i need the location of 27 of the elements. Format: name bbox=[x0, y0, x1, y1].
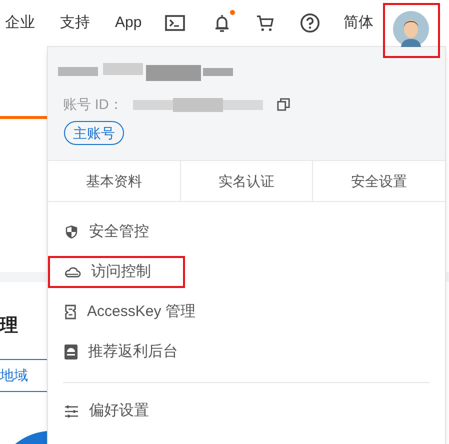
menu-item[interactable]: 访问控制 bbox=[48, 256, 185, 288]
region-tab[interactable]: 地域 bbox=[0, 365, 28, 386]
shield-icon bbox=[64, 224, 79, 240]
nav-link[interactable]: 企业 bbox=[5, 12, 35, 34]
nav-link[interactable]: App bbox=[115, 12, 142, 34]
sliders-icon bbox=[64, 404, 79, 418]
menu-item[interactable]: 偏好设置 bbox=[48, 395, 445, 427]
account-type-badge: 主账号 bbox=[64, 121, 124, 145]
help-icon[interactable] bbox=[300, 13, 320, 33]
profile-tab[interactable]: 安全设置 bbox=[312, 161, 446, 201]
menu-item[interactable]: 推荐返利后台 bbox=[48, 336, 186, 368]
cloud-icon bbox=[64, 266, 81, 278]
profile-tab[interactable]: 实名认证 bbox=[180, 161, 312, 201]
panel-icon bbox=[64, 344, 78, 360]
language-link[interactable]: 简体 bbox=[344, 12, 374, 34]
account-id-label: 账号 ID： bbox=[63, 95, 123, 114]
key-icon bbox=[64, 304, 77, 320]
bell-icon[interactable] bbox=[214, 13, 230, 33]
menu-item[interactable]: AccessKey 管理 bbox=[48, 296, 204, 328]
copy-icon[interactable] bbox=[276, 98, 290, 111]
menu-item[interactable]: 安全管控 bbox=[48, 216, 185, 248]
terminal-icon[interactable] bbox=[164, 15, 185, 31]
active-tab-indicator bbox=[0, 116, 47, 119]
profile-tab[interactable]: 基本资料 bbox=[48, 161, 180, 201]
nav-link[interactable]: 支持 bbox=[60, 12, 90, 34]
avatar-icon bbox=[393, 11, 430, 47]
cart-icon[interactable] bbox=[256, 14, 275, 32]
